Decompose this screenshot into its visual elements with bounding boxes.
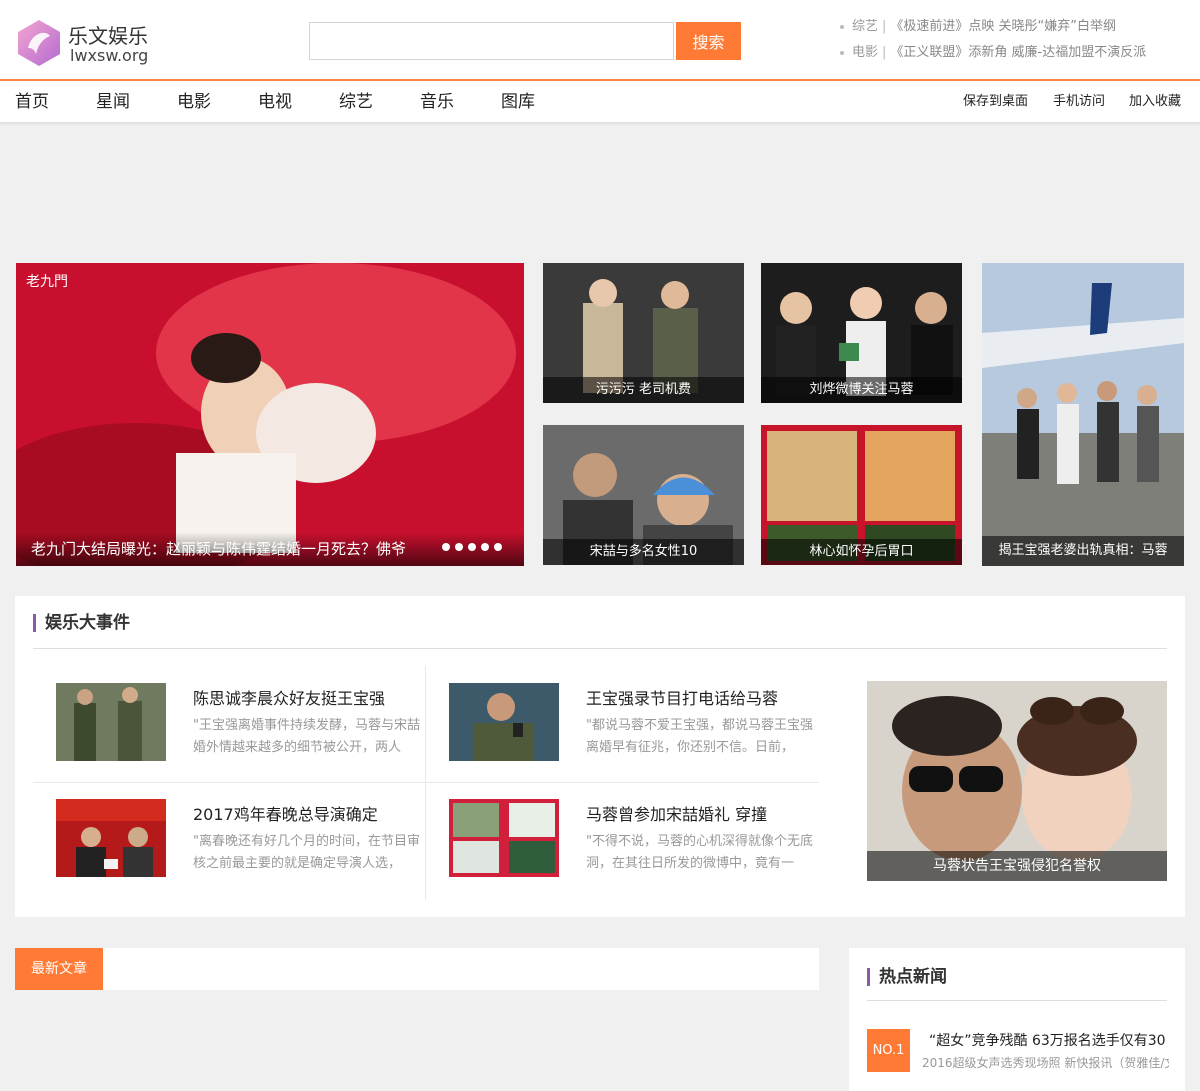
slide-dot[interactable] bbox=[494, 543, 502, 551]
feature-photo[interactable]: 马蓉状告王宝强侵犯名誉权 bbox=[867, 681, 1167, 881]
nav-item-stars[interactable]: 星闻 bbox=[96, 81, 130, 123]
search-button[interactable]: 搜索 bbox=[676, 22, 741, 60]
nav-item-music[interactable]: 音乐 bbox=[420, 81, 454, 123]
event-image bbox=[449, 799, 559, 877]
header-hot-links: 综艺 | 《极速前进》点映 关晓彤“嫌弃”白举纲 电影 | 《正义联盟》添新角 威廉-达… bbox=[840, 16, 1180, 68]
rank-badge: NO.1 bbox=[867, 1029, 910, 1072]
slide-watermark: 老九門 bbox=[26, 274, 68, 290]
event-summary: "不得不说，马蓉的心机深得就像个无底洞，在其往日所发的微博中，竟有一 bbox=[586, 834, 813, 871]
slide-dot[interactable] bbox=[455, 543, 463, 551]
hot-link-text[interactable]: 《正义联盟》添新角 威廉-达福加盟不演反派 bbox=[890, 45, 1146, 60]
events-panel: 娱乐大事件 陈思诚李晨众好友挺王宝强 "王宝强离婚事件持续发酵，马蓉与宋喆婚外情… bbox=[15, 596, 1185, 917]
main-nav: 首页 星闻 电影 电视 综艺 音乐 图库 保存到桌面 手机访问 加入收藏 bbox=[0, 81, 1200, 123]
tile-caption[interactable]: 污污污 老司机费 bbox=[543, 377, 744, 403]
tile-caption[interactable]: 刘烨微博关注马蓉 bbox=[761, 377, 962, 403]
event-image bbox=[56, 683, 166, 761]
event-title[interactable]: 马蓉曾参加宋喆婚礼 穿撞 bbox=[586, 801, 767, 825]
tile-caption[interactable]: 林心如怀孕后胃口 bbox=[761, 539, 962, 565]
site-logo[interactable]: 乐文娱乐 lwxsw.org bbox=[14, 18, 174, 68]
nav-item-home[interactable]: 首页 bbox=[15, 81, 49, 123]
nav-item-tv[interactable]: 电视 bbox=[258, 81, 292, 123]
hot-news-panel: 热点新闻 NO.1 “超女”竞争残酷 63万报名选手仅有30 2016超级女声选… bbox=[849, 948, 1185, 1091]
hot-link-category[interactable]: 电影 bbox=[852, 45, 878, 60]
event-title[interactable]: 王宝强录节目打电话给马蓉 bbox=[586, 685, 778, 709]
section-divider bbox=[867, 1000, 1167, 1001]
slide-dot[interactable] bbox=[442, 543, 450, 551]
photo-tile[interactable]: 污污污 老司机费 bbox=[543, 263, 744, 403]
event-item[interactable]: 马蓉曾参加宋喆婚礼 穿撞 "不得不说，马蓉的心机深得就像个无底洞，在其往日所发的… bbox=[449, 799, 821, 879]
feature-caption[interactable]: 马蓉状告王宝强侵犯名誉权 bbox=[867, 851, 1167, 881]
tile-image bbox=[982, 263, 1184, 566]
logo-name: 乐文娱乐 bbox=[68, 24, 148, 48]
tall-photo-tile[interactable]: 揭王宝强老婆出轨真相：马蓉 bbox=[982, 263, 1184, 566]
event-title[interactable]: 陈思诚李晨众好友挺王宝强 bbox=[193, 685, 385, 709]
save-to-desktop-link[interactable]: 保存到桌面 bbox=[963, 81, 1028, 123]
bullet-icon bbox=[840, 24, 844, 29]
hot-news-title: 热点新闻 bbox=[867, 968, 947, 986]
search-input[interactable] bbox=[309, 22, 674, 60]
tile-caption[interactable]: 宋喆与多名女性10 bbox=[543, 539, 744, 565]
event-item[interactable]: 陈思诚李晨众好友挺王宝强 "王宝强离婚事件持续发酵，马蓉与宋喆婚外情越来越多的细… bbox=[56, 683, 428, 763]
tall-tile-caption[interactable]: 揭王宝强老婆出轨真相：马蓉 bbox=[982, 536, 1184, 566]
slide-dots bbox=[437, 536, 502, 555]
hot-link[interactable]: 电影 | 《正义联盟》添新角 威廉-达福加盟不演反派 bbox=[840, 42, 1180, 68]
event-image bbox=[449, 683, 559, 761]
separator: | bbox=[882, 19, 887, 34]
section-divider bbox=[33, 648, 1167, 649]
site-header: 乐文娱乐 lwxsw.org 搜索 综艺 | 《极速前进》点映 关晓彤“嫌弃”白举纲… bbox=[0, 0, 1200, 80]
photo-tile[interactable]: 宋喆与多名女性10 bbox=[543, 425, 744, 565]
event-summary: "王宝强离婚事件持续发酵，马蓉与宋喆婚外情越来越多的细节被公开，两人 bbox=[193, 718, 420, 755]
event-thumb[interactable] bbox=[449, 683, 559, 761]
latest-articles-tab[interactable]: 最新文章 bbox=[15, 948, 103, 990]
events-section-title: 娱乐大事件 bbox=[33, 614, 130, 632]
logo-icon bbox=[18, 20, 60, 66]
photo-tile[interactable]: 林心如怀孕后胃口 bbox=[761, 425, 962, 565]
slide-dot[interactable] bbox=[468, 543, 476, 551]
event-title[interactable]: 2017鸡年春晚总导演确定 bbox=[193, 801, 378, 825]
main-slide[interactable]: 老九門 老九门大结局曝光：赵丽颖与陈伟霆结婚一月死去？佛爷 bbox=[16, 263, 524, 566]
add-favorite-link[interactable]: 加入收藏 bbox=[1129, 81, 1181, 123]
hot-link-category[interactable]: 综艺 bbox=[852, 19, 878, 34]
slide-dot[interactable] bbox=[481, 543, 489, 551]
hot-link-text[interactable]: 《极速前进》点映 关晓彤“嫌弃”白举纲 bbox=[890, 19, 1116, 34]
event-summary: "离春晚还有好几个月的时间，在节目审核之前最主要的就是确定导演人选， bbox=[193, 834, 420, 871]
event-thumb[interactable] bbox=[449, 799, 559, 877]
separator: | bbox=[882, 45, 887, 60]
latest-articles-bar: 最新文章 bbox=[15, 948, 819, 990]
event-item[interactable]: 2017鸡年春晚总导演确定 "离春晚还有好几个月的时间，在节目审核之前最主要的就… bbox=[56, 799, 428, 879]
nav-item-gallery[interactable]: 图库 bbox=[501, 81, 535, 123]
event-item[interactable]: 王宝强录节目打电话给马蓉 "都说马蓉不爱王宝强，都说马蓉王宝强离婚早有征兆，你还… bbox=[449, 683, 821, 763]
hot-news-item-summary: 2016超级女声选秀现场照 新快报讯（贺雅佳/文 bbox=[922, 1056, 1169, 1070]
row-divider bbox=[33, 782, 819, 783]
main-slide-image bbox=[16, 263, 524, 566]
bullet-icon bbox=[840, 50, 844, 55]
hot-link[interactable]: 综艺 | 《极速前进》点映 关晓彤“嫌弃”白举纲 bbox=[840, 16, 1180, 42]
event-thumb[interactable] bbox=[56, 799, 166, 877]
photo-tile[interactable]: 刘烨微博关注马蓉 bbox=[761, 263, 962, 403]
nav-item-variety[interactable]: 综艺 bbox=[339, 81, 373, 123]
event-thumb[interactable] bbox=[56, 683, 166, 761]
hot-news-item-title[interactable]: “超女”竞争残酷 63万报名选手仅有30 bbox=[929, 1030, 1169, 1050]
event-image bbox=[56, 799, 166, 877]
event-summary: "都说马蓉不爱王宝强，都说马蓉王宝强离婚早有征兆，你还别不信。日前， bbox=[586, 718, 813, 755]
nav-item-movies[interactable]: 电影 bbox=[177, 81, 211, 123]
mobile-access-link[interactable]: 手机访问 bbox=[1053, 81, 1105, 123]
logo-domain: lwxsw.org bbox=[70, 46, 149, 65]
